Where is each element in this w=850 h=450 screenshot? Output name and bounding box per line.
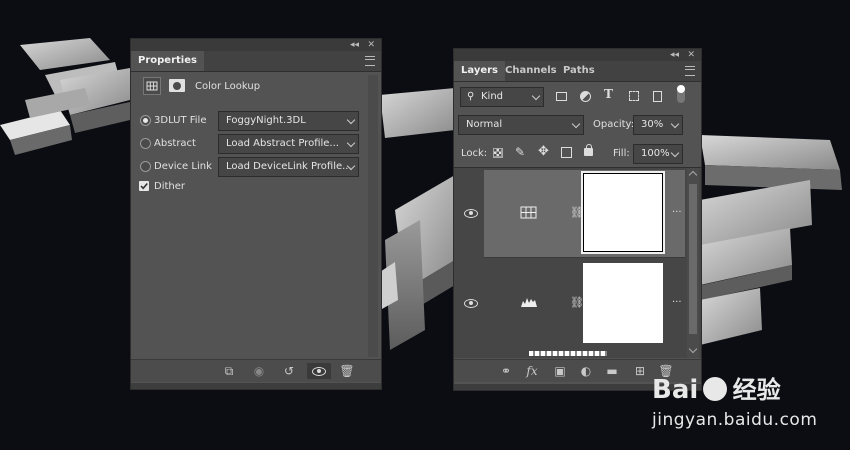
- layers-scrollbar[interactable]: [687, 168, 699, 358]
- view-previous-state-icon[interactable]: ◉: [251, 363, 267, 379]
- filter-toggle-switch[interactable]: [677, 85, 685, 103]
- properties-footer: ⧉ ◉ ↺ 🗑: [131, 359, 381, 382]
- properties-scrollbar[interactable]: [368, 75, 378, 357]
- option-label-abstract: Abstract: [154, 138, 196, 149]
- layers-list: ⛓ ... ⛓ ...: [454, 167, 701, 358]
- properties-panel: ◂◂ ✕ Properties Color Lookup 3DLUT File …: [130, 38, 382, 390]
- filter-shape-icon[interactable]: [629, 91, 639, 101]
- fill-input[interactable]: 100%: [633, 144, 683, 164]
- chevron-down-icon: [346, 115, 356, 125]
- close-icon[interactable]: ✕: [687, 49, 695, 61]
- opacity-label: Opacity:: [593, 119, 635, 130]
- chevron-down-icon: [531, 91, 541, 101]
- option-label-3dlut: 3DLUT File: [154, 115, 207, 126]
- layers-tab-row: Layers Channels Paths: [454, 61, 701, 82]
- scrollbar-thumb[interactable]: [689, 184, 697, 334]
- filter-kind-dropdown[interactable]: ⚲ Kind: [460, 87, 544, 107]
- adjustment-title: Color Lookup: [195, 81, 261, 92]
- panel-header-bar: ◂◂ ✕: [454, 49, 701, 61]
- dither-label: Dither: [154, 181, 186, 192]
- chain-link-icon[interactable]: ⛓: [570, 296, 584, 309]
- chevron-down-icon: [346, 138, 356, 148]
- scroll-down-arrow[interactable]: [688, 344, 698, 354]
- panel-header-bar: ◂◂ ✕: [131, 39, 381, 51]
- chevron-down-icon: [571, 119, 581, 129]
- filter-pixel-icon[interactable]: [556, 92, 567, 101]
- trash-icon[interactable]: 🗑: [339, 363, 355, 379]
- filter-smart-object-icon[interactable]: [653, 91, 662, 102]
- right-letters-art: [700, 135, 842, 345]
- visibility-eye-icon[interactable]: [307, 363, 331, 379]
- properties-tab-row: Properties: [131, 51, 381, 72]
- dropdown-3dlut-file[interactable]: FoggyNight.3DL: [218, 111, 359, 131]
- layer-mask-thumbnail[interactable]: [583, 263, 663, 343]
- dropdown-3dlut-value: FoggyNight.3DL: [226, 115, 306, 126]
- opacity-value: 30%: [641, 119, 664, 130]
- new-layer-icon[interactable]: ⊞: [632, 363, 648, 379]
- link-layers-icon[interactable]: ⚭: [498, 363, 514, 379]
- mask-icon[interactable]: [169, 79, 185, 92]
- baidu-logo-cn: 经验: [732, 376, 781, 404]
- visibility-eye-icon[interactable]: [464, 209, 478, 218]
- scroll-up-arrow[interactable]: [688, 170, 698, 180]
- visibility-eye-icon[interactable]: [464, 299, 478, 308]
- radio-abstract[interactable]: [140, 138, 151, 149]
- panel-menu-icon[interactable]: [365, 56, 375, 66]
- close-icon[interactable]: ✕: [367, 39, 375, 51]
- fill-value: 100%: [641, 148, 670, 159]
- clip-to-layer-icon[interactable]: ⧉: [221, 363, 237, 379]
- add-mask-icon[interactable]: ▣: [552, 363, 568, 379]
- tab-properties[interactable]: Properties: [131, 51, 204, 71]
- blend-mode-dropdown[interactable]: Normal: [458, 115, 584, 135]
- lock-position-move-icon[interactable]: ✥: [538, 144, 549, 159]
- baidu-logo: Bai 经验: [652, 370, 781, 410]
- filter-type-icon[interactable]: T: [604, 87, 613, 101]
- dither-checkbox[interactable]: [139, 181, 149, 191]
- panel-menu-icon[interactable]: [685, 66, 695, 76]
- levels-histogram-icon: [521, 298, 537, 307]
- radio-device-link[interactable]: [140, 161, 151, 172]
- dropdown-abstract-value: Load Abstract Profile...: [226, 138, 339, 149]
- panel-bottom-grip[interactable]: [131, 383, 381, 389]
- radio-3dlut-file[interactable]: [140, 115, 151, 126]
- paw-icon: [703, 377, 728, 401]
- dropdown-devicelink-value: Load DeviceLink Profile...: [226, 161, 352, 172]
- tab-channels[interactable]: Channels: [498, 61, 564, 81]
- reset-icon[interactable]: ↺: [281, 363, 297, 379]
- collapse-icon[interactable]: ◂◂: [350, 39, 359, 51]
- new-group-folder-icon[interactable]: ▬: [604, 363, 620, 379]
- layer-more-options[interactable]: ...: [672, 294, 682, 305]
- new-adjustment-layer-icon[interactable]: ◐: [578, 363, 594, 379]
- adjustment-grid-icon: [520, 206, 537, 219]
- dropdown-abstract-profile[interactable]: Load Abstract Profile...: [218, 134, 359, 154]
- lock-transparent-icon[interactable]: [493, 148, 503, 158]
- lock-all-icon[interactable]: [584, 144, 593, 156]
- layer-mask-thumbnail[interactable]: [581, 171, 665, 254]
- dropdown-devicelink-profile[interactable]: Load DeviceLink Profile...: [218, 157, 359, 177]
- chevron-down-icon: [670, 119, 680, 129]
- lock-artboard-icon[interactable]: [561, 147, 572, 158]
- filter-adjustment-icon[interactable]: [580, 91, 591, 102]
- opacity-input[interactable]: 30%: [633, 115, 683, 135]
- chevron-down-icon: [670, 148, 680, 158]
- filter-kind-value: Kind: [481, 91, 504, 102]
- baidu-watermark: Bai 经验 jingyan.baidu.com: [652, 370, 842, 440]
- option-label-device-link: Device Link: [154, 161, 212, 172]
- left-letters-art: [0, 38, 130, 155]
- layer-style-fx-icon[interactable]: fx: [524, 363, 540, 379]
- layers-panel: ◂◂ ✕ Layers Channels Paths ⚲ Kind T Norm…: [453, 48, 702, 391]
- lock-image-brush-icon[interactable]: ✎: [515, 145, 525, 159]
- collapse-icon[interactable]: ◂◂: [670, 49, 679, 61]
- baidu-logo-text: Bai: [652, 375, 699, 405]
- fill-label: Fill:: [613, 148, 630, 159]
- search-icon: ⚲: [467, 91, 475, 102]
- baidu-url: jingyan.baidu.com: [652, 410, 818, 430]
- lock-label: Lock:: [461, 148, 488, 159]
- next-layer-thumbnail-partial: [529, 351, 607, 356]
- adjustment-grid-icon[interactable]: [143, 77, 161, 95]
- tab-paths[interactable]: Paths: [556, 61, 602, 81]
- layer-more-options[interactable]: ...: [672, 204, 682, 215]
- blend-mode-value: Normal: [466, 119, 503, 130]
